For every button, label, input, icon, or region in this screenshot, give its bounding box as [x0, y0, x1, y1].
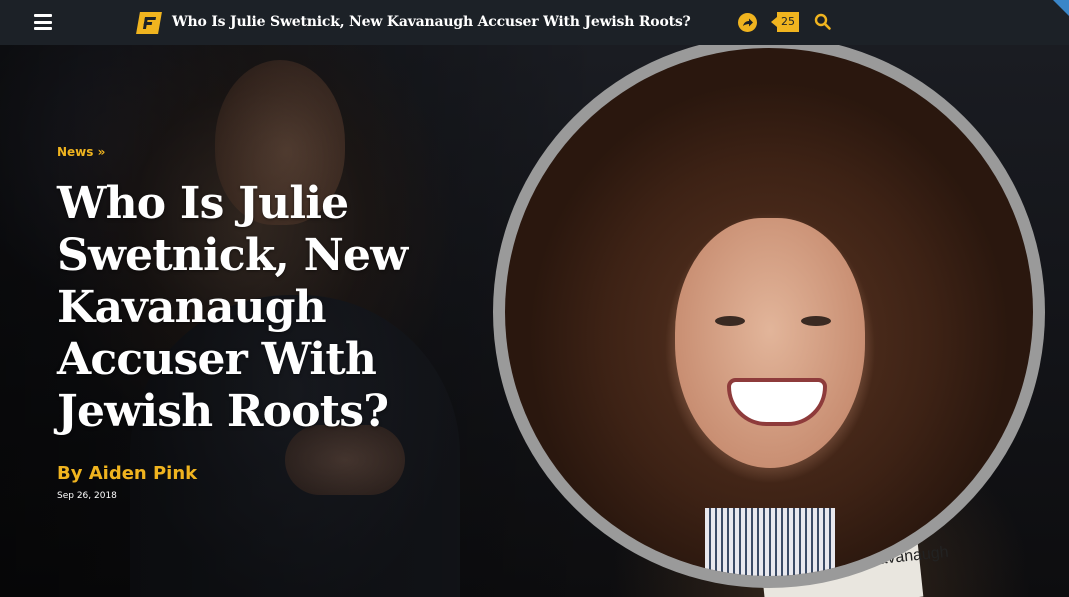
portrait-eye-left — [715, 316, 745, 326]
article-headline: Who Is Julie Swetnick, New Kavanaugh Acc… — [57, 178, 408, 437]
portrait-eye-right — [801, 316, 831, 326]
portrait-face — [675, 218, 865, 468]
author-byline[interactable]: By Aiden Pink — [57, 463, 197, 484]
hero-image: Hon. Brett M. Kavanaugh News » Who Is Ju… — [0, 45, 1069, 597]
corner-flag — [1053, 0, 1069, 16]
share-icon[interactable] — [738, 13, 757, 32]
forward-logo[interactable] — [136, 12, 162, 34]
comment-icon[interactable]: 25 — [771, 12, 799, 32]
portrait-shirt — [705, 508, 835, 576]
publish-date: Sep 26, 2018 — [57, 491, 117, 501]
top-bar-article-title: Who Is Julie Swetnick, New Kavanaugh Acc… — [172, 14, 691, 30]
comment-count: 25 — [781, 15, 795, 28]
portrait-photo — [505, 48, 1033, 576]
search-icon[interactable] — [814, 13, 832, 31]
category-link[interactable]: News » — [57, 145, 105, 159]
portrait-frame — [493, 45, 1045, 588]
top-navigation-bar: Who Is Julie Swetnick, New Kavanaugh Acc… — [0, 0, 1069, 45]
menu-icon[interactable] — [34, 14, 52, 30]
